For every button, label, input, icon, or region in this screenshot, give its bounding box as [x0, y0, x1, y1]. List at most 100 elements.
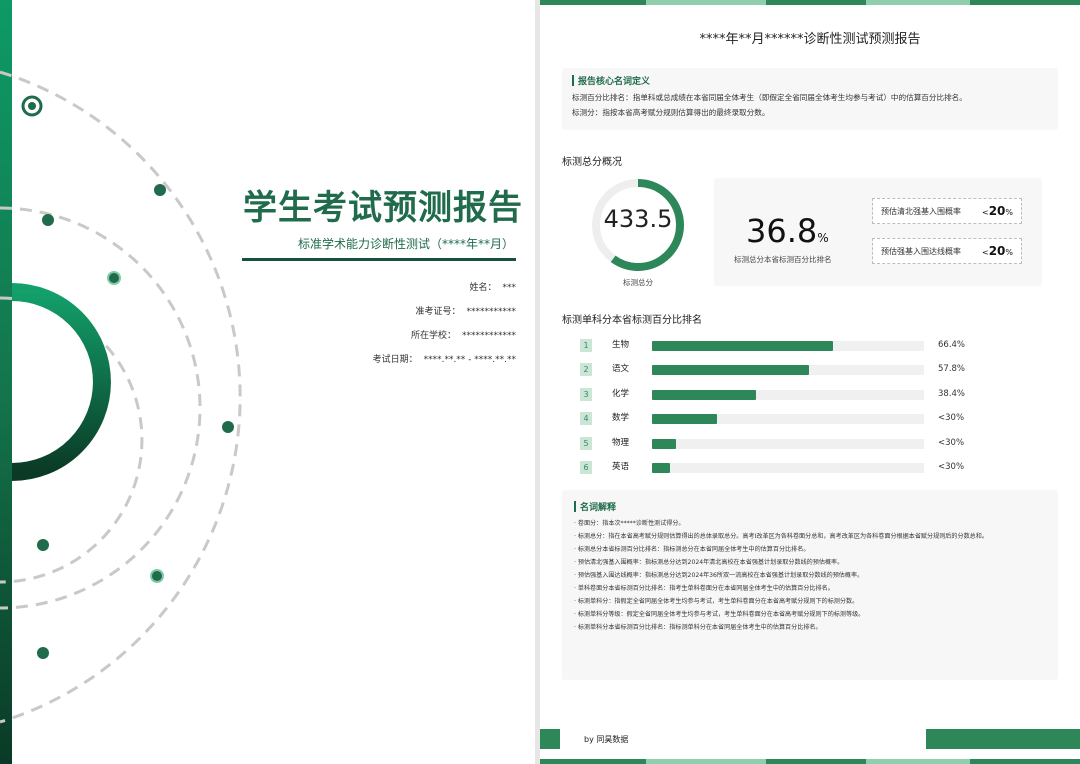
info-name-row: 姓名： ***: [242, 280, 516, 293]
ranking-row: 2 语文 57.8%: [580, 363, 980, 377]
orbit-dot: [150, 569, 164, 583]
probability-number: 20: [988, 244, 1006, 258]
rank-bar-track: [652, 390, 924, 400]
ranking-row: 5 物理 <30%: [580, 437, 980, 451]
rank-bar-track: [652, 439, 924, 449]
orbit-ring-marker-center: [28, 102, 36, 110]
info-exam-id-row: 准考证号： ***********: [242, 304, 516, 317]
rank-value: 38.4%: [938, 389, 966, 399]
info-label: 考试日期：: [372, 355, 418, 365]
rank-bar-fill: [652, 463, 670, 473]
orbit-dot: [107, 271, 121, 285]
glossary-line: · 标测单科分等级：假定全省同届全体考生均参与考试，考生单科卷面分在本省高考赋分…: [574, 611, 865, 618]
info-school-row: 所在学校： ************: [242, 328, 516, 341]
rank-value: 66.4%: [938, 340, 966, 350]
rank-bar-track: [652, 341, 924, 351]
heading-accent-bar: [572, 75, 574, 86]
orbit-dot: [222, 421, 234, 433]
subject-name: 语文: [612, 364, 630, 374]
glossary-line: · 预估强基入围达线概率：指标测总分达到2024年36所双一流高校在本省强基计划…: [574, 572, 864, 579]
subject-name: 物理: [612, 438, 630, 448]
definitions-heading-text: 报告核心名词定义: [578, 77, 651, 87]
rank-value: 57.8%: [938, 364, 966, 374]
orbit-dot: [37, 539, 49, 551]
info-date-row: 考试日期： ****.**.** - ****.**.**: [242, 352, 516, 365]
subject-name: 生物: [612, 340, 630, 350]
heading-accent-bar: [574, 501, 576, 512]
orbit-dot: [154, 184, 166, 196]
glossary-heading: 名词解释: [574, 500, 1046, 513]
ranking-row: 1 生物 66.4%: [580, 339, 980, 353]
percentile-label: 标测总分本省标测百分比排名: [734, 255, 832, 264]
probability-value: <20%: [982, 244, 1013, 258]
rank-bar-fill: [652, 390, 757, 400]
probability-value: <20%: [982, 204, 1013, 218]
glossary-line: · 标测总分：指在本省高考赋分规则估算得出的总体录取总分。高考Ⅰ改革区为各科卷面…: [574, 533, 988, 540]
rank-number: 2: [580, 363, 592, 376]
top-color-band: [540, 0, 1080, 5]
glossary-line: · 卷面分：指本次*****诊断性测试得分。: [574, 520, 685, 527]
percentile-value: 36.8%: [746, 212, 829, 250]
definition-line: 标测百分比排名：指单科或总成绩在本省同届全体考生（即假定全省同届全体考生均参与考…: [572, 93, 967, 102]
report-page: ****年**月******诊断性测试预测报告 报告核心名词定义 标测百分比排名…: [540, 0, 1080, 764]
outer-orbit-arc: [0, 70, 242, 724]
footer-credit: by 同昊数据: [584, 735, 629, 744]
probability-box: 预估清北强基入围概率 <20%: [872, 198, 1022, 224]
rank-bar-fill: [652, 414, 718, 424]
cover-divider: [242, 258, 516, 261]
percentile-unit: %: [817, 231, 829, 245]
glossary-line: · 预估清北强基入围概率：指标测总分达到2024年清北高校在本省强基计划录取分数…: [574, 559, 844, 566]
definitions-card: 报告核心名词定义 标测百分比排名：指单科或总成绩在本省同届全体考生（即假定全省同…: [562, 68, 1058, 130]
info-value: ****.**.** - ****.**.**: [423, 355, 516, 365]
percentile-number: 36.8: [746, 212, 818, 250]
overview-section-title: 标测总分概况: [562, 157, 622, 168]
rank-number: 5: [580, 437, 592, 450]
report-title: ****年**月******诊断性测试预测报告: [699, 32, 921, 47]
orbit-dot: [42, 214, 54, 226]
green-core-arc: [11, 283, 111, 481]
probability-box: 预估强基入围达线概率 <20%: [872, 238, 1022, 264]
rank-value: <30%: [938, 462, 965, 472]
cover-subtitle: 标准学术能力诊断性测试（****年**月）: [297, 237, 514, 251]
rank-number: 3: [580, 388, 592, 401]
rank-value: <30%: [938, 413, 965, 423]
rank-number: 4: [580, 412, 592, 425]
ranking-section-title: 标测单科分本省标测百分比排名: [562, 315, 702, 326]
glossary-line: · 标测单科分：指假定全省同届全体考生均参与考试，考生单科卷面分在本省高考赋分规…: [574, 598, 859, 605]
glossary-line: · 单科卷面分本省标测百分比排名：指考生单科卷面分在本省同届全体考生中的估算百分…: [574, 585, 834, 592]
info-value: ***: [502, 283, 517, 293]
ranking-row: 3 化学 38.4%: [580, 388, 980, 402]
rank-bar-fill: [652, 439, 677, 449]
total-score-label: 标测总分: [623, 278, 653, 287]
probability-unit: %: [1005, 248, 1013, 257]
rank-number: 6: [580, 461, 592, 474]
ranking-row: 6 英语 <30%: [580, 461, 980, 475]
rank-bar-track: [652, 463, 924, 473]
cover-title: 学生考试预测报告: [243, 188, 523, 228]
total-score-value: 433.5: [603, 205, 673, 233]
probability-label: 预估清北强基入围概率: [881, 206, 961, 216]
probability-label: 预估强基入围达线概率: [881, 246, 961, 256]
info-value: ***********: [466, 307, 517, 317]
subject-name: 化学: [612, 389, 630, 399]
rank-bar-fill: [652, 341, 833, 351]
glossary-card: 名词解释 · 卷面分：指本次*****诊断性测试得分。 · 标测总分：指在本省高…: [562, 490, 1058, 680]
bottom-color-band: [540, 759, 1080, 764]
info-label: 准考证号：: [415, 307, 461, 317]
rank-number: 1: [580, 339, 592, 352]
total-score-donut: 433.5: [588, 175, 688, 275]
subject-name: 数学: [612, 413, 630, 423]
probability-number: 20: [988, 204, 1006, 218]
glossary-line: · 标测总分本省标测百分比排名：指标测总分在本省同届全体考生中的估算百分比排名。: [574, 546, 810, 553]
probability-unit: %: [1005, 208, 1013, 217]
percentile-card: 36.8% 标测总分本省标测百分比排名 预估清北强基入围概率 <20% 预估强基…: [714, 178, 1042, 286]
subject-name: 英语: [612, 462, 630, 472]
info-value: ************: [462, 331, 516, 341]
definitions-heading: 报告核心名词定义: [572, 74, 1048, 87]
cover-page: 学生考试预测报告 标准学术能力诊断性测试（****年**月） 姓名： *** 准考…: [0, 0, 535, 764]
rank-value: <30%: [938, 438, 965, 448]
rank-bar-track: [652, 365, 924, 375]
definition-line: 标测分：指按本省高考赋分规则估算得出的最终录取分数。: [572, 108, 770, 117]
cover-orbit-decoration: [0, 70, 242, 724]
info-label: 姓名：: [469, 283, 497, 293]
